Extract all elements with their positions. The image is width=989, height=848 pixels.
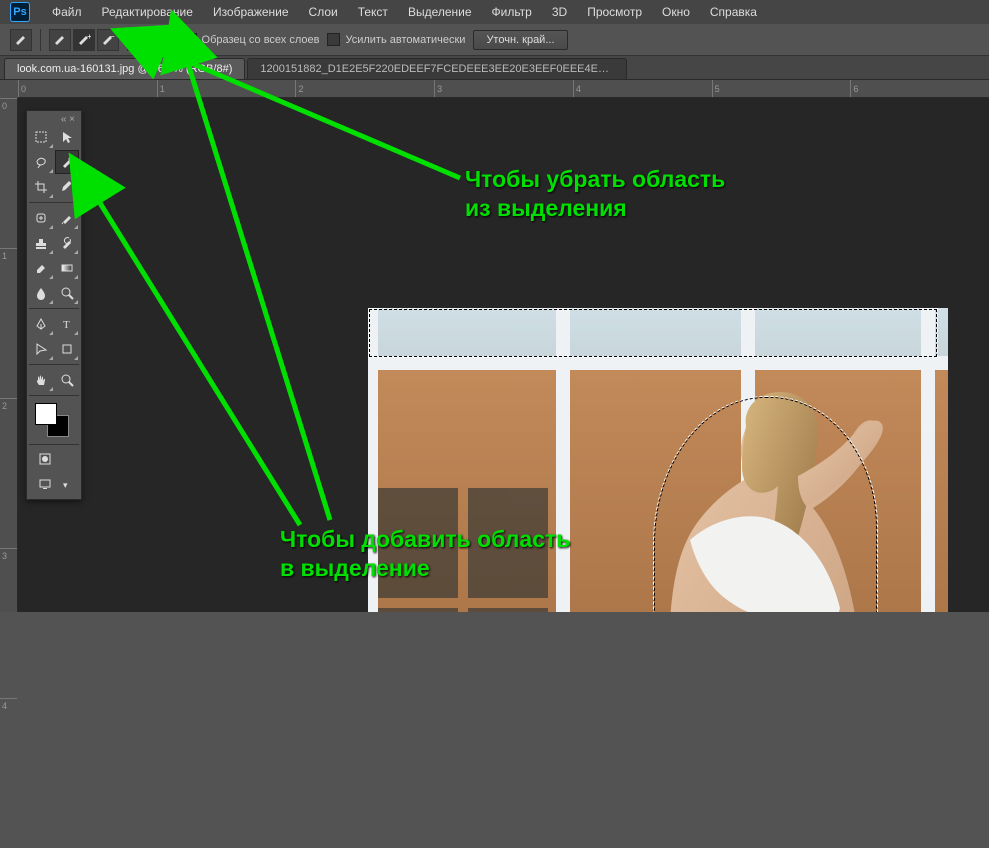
menu-window[interactable]: Окно <box>652 1 700 23</box>
tool-pen[interactable] <box>29 312 54 336</box>
svg-text:+: + <box>87 33 91 41</box>
tool-move[interactable] <box>55 125 80 149</box>
tools-panel-header[interactable]: « × <box>29 113 79 125</box>
menu-select[interactable]: Выделение <box>398 1 482 23</box>
color-swatches[interactable] <box>29 399 79 441</box>
tool-shape[interactable] <box>55 337 80 361</box>
tool-brush[interactable] <box>55 206 80 230</box>
document-tab-2[interactable]: 1200151882_D1E2E5F220EDEEF7FCEDEEE3EE20E… <box>247 58 627 79</box>
menu-layers[interactable]: Слои <box>299 1 348 23</box>
options-bar: + − ▾ Образец со всех слоев Усилить авто… <box>0 24 989 56</box>
tool-gradient[interactable] <box>55 256 80 280</box>
menu-filter[interactable]: Фильтр <box>482 1 542 23</box>
tool-zoom[interactable] <box>55 368 80 392</box>
tool-screenmode[interactable]: ▾ <box>29 473 79 497</box>
tool-marquee[interactable] <box>29 125 54 149</box>
menu-3d[interactable]: 3D <box>542 1 577 23</box>
menu-text[interactable]: Текст <box>348 1 398 23</box>
auto-enhance-label: Усилить автоматически <box>345 34 465 46</box>
svg-text:T: T <box>63 319 70 331</box>
tool-preset-icon[interactable] <box>10 29 32 51</box>
tool-dodge[interactable] <box>55 281 80 305</box>
tool-quickmask[interactable] <box>29 448 79 472</box>
document-tab-1[interactable]: look.com.ua-160131.jpg @ 66,7% (RGB/8#) <box>4 58 245 79</box>
subtract-from-selection-icon[interactable]: − <box>97 29 119 51</box>
annotation-add: Чтобы добавить область в выделение <box>280 525 570 583</box>
app-logo: Ps <box>10 2 30 22</box>
tool-healing[interactable] <box>29 206 54 230</box>
menu-view[interactable]: Просмотр <box>577 1 652 23</box>
menu-image[interactable]: Изображение <box>203 1 299 23</box>
tool-quick-select[interactable] <box>55 150 80 174</box>
sample-all-layers-label: Образец со всех слоев <box>202 34 320 46</box>
ruler-corner <box>0 80 18 98</box>
tools-panel: « × T ▾ <box>26 110 82 500</box>
auto-enhance-checkbox[interactable] <box>327 33 340 46</box>
annotation-subtract: Чтобы убрать область из выделения <box>465 165 725 223</box>
tool-hand[interactable] <box>29 368 54 392</box>
tool-path-select[interactable] <box>29 337 54 361</box>
menu-bar: Ps Файл Редактирование Изображение Слои … <box>0 0 989 24</box>
selection-marquee <box>368 308 938 358</box>
tool-crop[interactable] <box>29 175 54 199</box>
tool-stamp[interactable] <box>29 231 54 255</box>
tool-lasso[interactable] <box>29 150 54 174</box>
tool-type[interactable]: T <box>55 312 80 336</box>
menu-file[interactable]: Файл <box>42 1 92 23</box>
svg-text:−: − <box>110 33 115 41</box>
tool-blur[interactable] <box>29 281 54 305</box>
add-to-selection-icon[interactable]: + <box>73 29 95 51</box>
ruler-vertical: 0 1 2 3 4 <box>0 98 18 612</box>
tool-eyedropper[interactable] <box>55 175 80 199</box>
document-tabs: look.com.ua-160131.jpg @ 66,7% (RGB/8#) … <box>0 56 989 80</box>
refine-edge-button[interactable]: Уточн. край... <box>473 30 567 50</box>
brush-picker[interactable]: ▾ <box>127 29 167 51</box>
new-selection-icon[interactable] <box>49 29 71 51</box>
tool-eraser[interactable] <box>29 256 54 280</box>
foreground-color-swatch[interactable] <box>35 403 57 425</box>
menu-help[interactable]: Справка <box>700 1 767 23</box>
ruler-horizontal: 0 1 2 3 4 5 6 <box>18 80 989 98</box>
tool-history-brush[interactable] <box>55 231 80 255</box>
menu-edit[interactable]: Редактирование <box>92 1 203 23</box>
sample-all-layers-checkbox[interactable] <box>184 33 197 46</box>
